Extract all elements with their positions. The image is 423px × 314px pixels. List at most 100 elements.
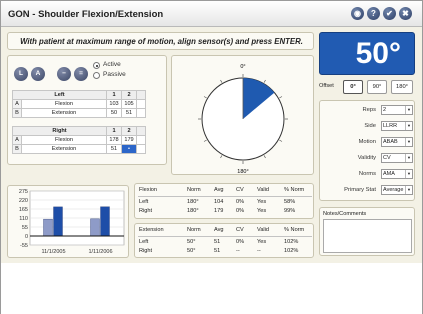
cell-value[interactable]: 179 <box>121 135 137 145</box>
chevron-down-icon: ▼ <box>405 138 412 146</box>
active-radio[interactable] <box>93 62 100 69</box>
current-angle-display: 50° <box>319 32 415 75</box>
flexion-stats: Flexion Norm Avg CV Valid % Norm Left 18… <box>134 183 314 219</box>
close-icon[interactable]: ✖ <box>399 7 412 20</box>
notes-textarea[interactable] <box>323 219 412 253</box>
table-row[interactable]: A Flexion 103 105 <box>12 99 146 109</box>
cell-empty[interactable] <box>136 144 146 154</box>
validity-value: CV <box>383 155 391 161</box>
cell-value[interactable]: 103 <box>106 99 122 109</box>
passive-radio[interactable] <box>93 72 100 79</box>
motion-value: ABAB <box>383 139 398 145</box>
chevron-down-icon: ▼ <box>405 170 412 178</box>
offset-row: Offset 0° 90° 180° <box>319 80 415 94</box>
stats-cell: 99% <box>284 208 296 214</box>
stats-cell: Yes <box>257 199 267 205</box>
help-icon[interactable]: ? <box>367 7 380 20</box>
table-row[interactable]: B Extension 51 • <box>12 144 146 154</box>
table-row[interactable]: A Flexion 178 179 <box>12 135 146 145</box>
dial-tick <box>263 79 266 83</box>
side-value: LLRR <box>383 123 398 129</box>
cell-value[interactable]: 50 <box>106 108 122 118</box>
extension-stats: Extension Norm Avg CV Valid % Norm Left … <box>134 223 314 258</box>
reps-value: 2 <box>383 107 387 113</box>
col-header: 2 <box>121 90 137 100</box>
cell-value[interactable]: 51 <box>121 108 137 118</box>
chevron-down-icon: ▼ <box>405 186 412 194</box>
primary-stat-select[interactable]: Average ▼ <box>381 185 413 195</box>
history-chart: 275 220 165 110 55 0 -55 11/1/2005 1/11/2006 <box>19 189 125 255</box>
cell-empty[interactable] <box>136 99 146 109</box>
y-tick-label: 55 <box>22 225 28 231</box>
offset-90-button[interactable]: 90° <box>367 80 387 94</box>
all-button[interactable]: A <box>31 67 45 81</box>
dial-tick <box>203 96 207 99</box>
cell-empty[interactable] <box>136 135 146 145</box>
stats-header: Avg <box>214 187 224 193</box>
stats-cell: 0% <box>236 208 245 214</box>
right-table-title: Right <box>12 126 107 136</box>
motion-select[interactable]: ABAB ▼ <box>381 137 413 147</box>
active-radio-label: Active <box>103 61 121 68</box>
check-icon[interactable]: ✔ <box>383 7 396 20</box>
stats-cell: 51 <box>214 239 221 245</box>
cell-value[interactable]: 178 <box>106 135 122 145</box>
cell-value[interactable]: 105 <box>121 99 137 109</box>
angle-dial: 0° 180° <box>198 64 288 175</box>
stats-cell: Left <box>139 199 149 205</box>
norms-value: AMA <box>383 171 395 177</box>
y-tick-label: 165 <box>19 207 28 213</box>
offset-180-button[interactable]: 180° <box>391 80 413 94</box>
settings-panel: Reps 2 ▼ Side LLRR ▼ Motion ABAB ▼ Validity… <box>319 100 415 201</box>
stats-cell: -- <box>257 248 261 254</box>
history-chart-panel: 275 220 165 110 55 0 -55 11/1/2005 1/11/2006 <box>7 185 129 258</box>
left-side-button[interactable]: L <box>14 67 28 81</box>
divider <box>138 196 312 197</box>
norms-label: Norms <box>358 171 376 177</box>
offset-0-button[interactable]: 0° <box>343 80 363 94</box>
stats-cell: Yes <box>257 208 267 214</box>
x-tick-label: 11/1/2005 <box>41 249 65 255</box>
row-label: Extension <box>21 144 107 154</box>
stats-header: CV <box>236 227 244 233</box>
primary-stat-value: Average <box>383 187 404 193</box>
minus-icon[interactable]: − <box>57 67 71 81</box>
stats-header: Valid <box>257 227 270 233</box>
row-label: Flexion <box>21 135 107 145</box>
stats-cell: 102% <box>284 248 299 254</box>
dial-top-label: 0° <box>240 64 245 70</box>
reps-select[interactable]: 2 ▼ <box>381 105 413 115</box>
dial-tick <box>263 155 266 159</box>
validity-select[interactable]: CV ▼ <box>381 153 413 163</box>
table-row[interactable]: B Extension 50 51 <box>12 108 146 118</box>
record-icon[interactable]: ◉ <box>351 7 364 20</box>
stats-cell: -- <box>236 248 240 254</box>
instruction-text: With patient at maximum range of motion,… <box>20 37 303 46</box>
bar <box>100 206 110 237</box>
bar <box>43 218 53 237</box>
equals-icon[interactable]: = <box>74 67 88 81</box>
cell-empty[interactable] <box>136 108 146 118</box>
stats-cell: Right <box>139 248 153 254</box>
stats-cell: Right <box>139 208 153 214</box>
row-label: Extension <box>21 108 107 118</box>
norms-select[interactable]: AMA ▼ <box>381 169 413 179</box>
stats-cell: 179 <box>214 208 224 214</box>
cell-value[interactable]: 51 <box>106 144 122 154</box>
passive-radio-label: Passive <box>103 71 126 78</box>
title-bar: GON - Shoulder Flexion/Extension ◉ ? ✔ ✖ <box>1 1 422 27</box>
chevron-down-icon: ▼ <box>405 122 412 130</box>
side-select[interactable]: LLRR ▼ <box>381 121 413 131</box>
stats-cell: Yes <box>257 239 267 245</box>
stats-header: % Norm <box>284 187 305 193</box>
dial-bottom-label: 180° <box>237 169 248 175</box>
stats-cell: 50° <box>187 239 196 245</box>
goniometer-window: GON - Shoulder Flexion/Extension ◉ ? ✔ ✖… <box>0 0 423 314</box>
dial-tick <box>220 155 223 159</box>
active-cell[interactable]: • <box>121 144 137 154</box>
notes-title: Notes/Comments <box>323 211 367 217</box>
stats-cell: 180° <box>187 199 199 205</box>
reps-label: Reps <box>362 107 376 113</box>
stats-header: Avg <box>214 227 224 233</box>
col-header: 1 <box>106 90 122 100</box>
